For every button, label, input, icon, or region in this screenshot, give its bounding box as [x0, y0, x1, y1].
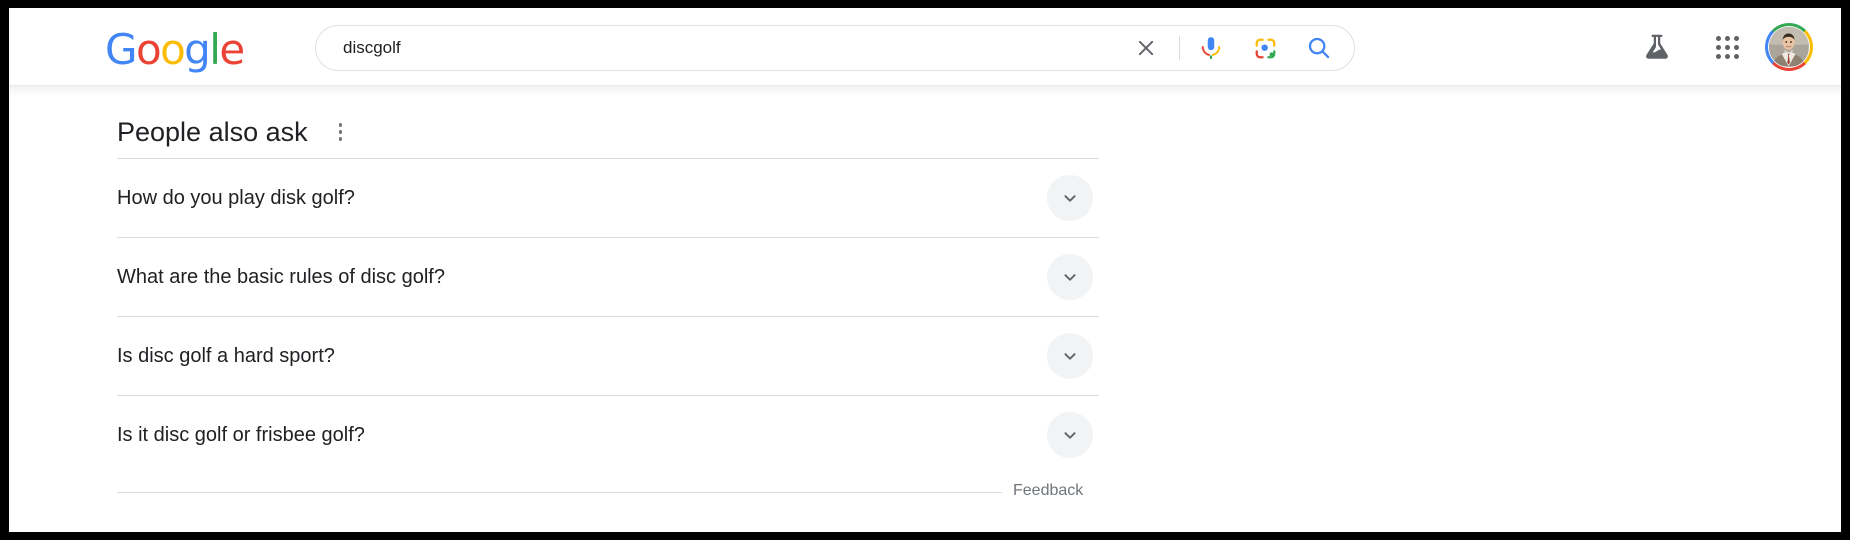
apps-grid-dots — [1715, 35, 1739, 59]
overflow-menu-icon[interactable] — [328, 117, 354, 147]
paa-question-text: Is it disc golf or frisbee golf? — [117, 424, 365, 446]
logo-letter-l: l — [209, 25, 221, 74]
logo-letter-o2: o — [160, 25, 186, 74]
paa-question-row-3[interactable]: Is disc golf a hard sport? — [117, 316, 1099, 395]
avatar-photo — [1769, 27, 1809, 67]
logo-letter-g2: g — [184, 25, 211, 74]
paa-question-row-1[interactable]: How do you play disk golf? — [117, 158, 1099, 237]
microphone-icon[interactable] — [1188, 25, 1234, 71]
paa-question-text: What are the basic rules of disc golf? — [117, 266, 445, 288]
screenshot-frame: Google discgolf People also ask How do y… — [0, 0, 1850, 540]
paa-question-row-4[interactable]: Is it disc golf or frisbee golf? — [117, 395, 1099, 474]
search-results-main: People also ask How do you play disk gol… — [9, 86, 1841, 499]
clear-search-icon[interactable] — [1123, 25, 1169, 71]
chevron-down-icon[interactable] — [1047, 254, 1093, 300]
google-lens-icon[interactable] — [1242, 25, 1288, 71]
browser-page: Google discgolf People also ask How do y… — [9, 8, 1841, 532]
google-logo[interactable]: Google — [105, 29, 245, 71]
chevron-down-icon[interactable] — [1047, 175, 1093, 221]
search-box[interactable] — [315, 25, 1355, 71]
labs-flask-icon[interactable] — [1633, 23, 1681, 71]
logo-letter-o1: o — [135, 25, 162, 74]
chevron-down-icon[interactable] — [1047, 412, 1093, 458]
paa-question-row-2[interactable]: What are the basic rules of disc golf? — [117, 237, 1099, 316]
apps-grid-icon[interactable] — [1703, 23, 1751, 71]
chevron-down-icon[interactable] — [1047, 333, 1093, 379]
avatar[interactable] — [1765, 23, 1813, 71]
people-also-ask-footer: Feedback — [117, 474, 1099, 520]
people-also-ask-header: People also ask — [117, 110, 1099, 154]
people-also-ask-block: People also ask How do you play disk gol… — [117, 110, 1099, 520]
search-input[interactable] — [316, 26, 1123, 70]
paa-question-text: How do you play disk golf? — [117, 187, 355, 209]
search-header: Google — [9, 8, 1841, 96]
logo-letter-g: G — [105, 25, 138, 74]
footer-divider — [117, 492, 1002, 493]
logo-letter-e: e — [219, 25, 245, 74]
feedback-link[interactable]: Feedback — [1013, 482, 1083, 500]
header-actions — [1633, 8, 1813, 86]
paa-question-text: Is disc golf a hard sport? — [117, 345, 335, 367]
people-also-ask-title: People also ask — [117, 117, 308, 147]
search-submit-icon[interactable] — [1296, 25, 1342, 71]
search-divider — [1179, 36, 1180, 60]
